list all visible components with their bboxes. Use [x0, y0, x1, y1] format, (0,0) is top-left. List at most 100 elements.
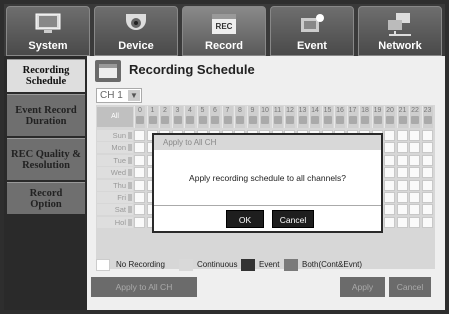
hour-checkbox[interactable] — [298, 116, 307, 124]
hour-header-cell[interactable]: 6 — [209, 106, 220, 128]
hour-checkbox[interactable] — [336, 116, 344, 124]
tab-system[interactable]: System — [6, 6, 90, 56]
hour-checkbox[interactable] — [136, 116, 144, 124]
hour-checkbox[interactable] — [236, 116, 244, 124]
schedule-cell[interactable] — [134, 179, 145, 191]
apply-button[interactable]: Apply — [340, 277, 385, 297]
hour-checkbox[interactable] — [273, 116, 282, 124]
hour-header-cell[interactable]: 12 — [284, 106, 295, 128]
schedule-cell[interactable] — [421, 192, 433, 203]
hour-header-cell[interactable]: 7 — [221, 106, 233, 128]
sidebar-item-event-record-duration[interactable]: Event Record Duration — [7, 94, 85, 136]
schedule-cell[interactable] — [134, 216, 145, 228]
schedule-cell[interactable] — [396, 204, 408, 216]
tab-network[interactable]: Network — [358, 6, 442, 56]
hour-checkbox[interactable] — [198, 116, 207, 124]
schedule-cell[interactable] — [409, 179, 420, 191]
schedule-cell[interactable] — [384, 130, 395, 141]
schedule-cell[interactable] — [421, 154, 433, 166]
schedule-cell[interactable] — [384, 204, 395, 216]
schedule-cell[interactable] — [134, 192, 145, 203]
hour-header-cell[interactable]: 9 — [246, 106, 258, 128]
schedule-cell[interactable] — [134, 142, 145, 154]
schedule-cell[interactable] — [396, 179, 408, 191]
hour-checkbox[interactable] — [173, 116, 182, 124]
schedule-cell[interactable] — [421, 130, 433, 141]
hour-header-cell[interactable]: 22 — [409, 106, 420, 128]
schedule-cell[interactable] — [384, 192, 395, 203]
hour-header-cell[interactable]: 0 — [134, 106, 145, 128]
hour-header-cell[interactable]: 16 — [334, 106, 345, 128]
day-row-label[interactable]: Tue — [97, 154, 133, 166]
hour-header-cell[interactable]: 15 — [321, 106, 333, 128]
hour-checkbox[interactable] — [323, 116, 332, 124]
schedule-cell[interactable] — [409, 142, 420, 154]
schedule-cell[interactable] — [421, 216, 433, 228]
hour-checkbox[interactable] — [223, 116, 232, 124]
day-row-label[interactable]: Hol — [97, 216, 133, 228]
channel-select[interactable]: CH 1 ▼ — [96, 88, 142, 103]
hour-header-cell[interactable]: 3 — [171, 106, 183, 128]
hour-checkbox[interactable] — [148, 116, 157, 124]
schedule-cell[interactable] — [396, 216, 408, 228]
schedule-cell[interactable] — [384, 142, 395, 154]
schedule-cell[interactable] — [134, 130, 145, 141]
hour-checkbox[interactable] — [398, 116, 407, 124]
schedule-cell[interactable] — [134, 154, 145, 166]
dialog-cancel-button[interactable]: Cancel — [272, 210, 314, 228]
tab-record[interactable]: REC Record — [182, 6, 266, 56]
hour-header-cell[interactable]: 11 — [271, 106, 283, 128]
hour-header-cell[interactable]: 23 — [421, 106, 433, 128]
schedule-cell[interactable] — [384, 154, 395, 166]
hour-checkbox[interactable] — [411, 116, 419, 124]
schedule-cell[interactable] — [409, 167, 420, 179]
apply-to-all-ch-button[interactable]: Apply to All CH — [91, 277, 197, 297]
schedule-cell[interactable] — [384, 179, 395, 191]
hour-checkbox[interactable] — [248, 116, 257, 124]
day-row-label[interactable]: Wed — [97, 167, 133, 179]
hour-header-cell[interactable]: 21 — [396, 106, 408, 128]
hour-checkbox[interactable] — [386, 116, 394, 124]
sidebar-item-record-option[interactable]: Record Option — [7, 182, 85, 214]
dialog-ok-button[interactable]: OK — [226, 210, 264, 228]
schedule-cell[interactable] — [396, 154, 408, 166]
hour-checkbox[interactable] — [348, 116, 357, 124]
schedule-cell[interactable] — [421, 167, 433, 179]
day-row-label[interactable]: Sat — [97, 204, 133, 216]
hour-header-cell[interactable]: 19 — [371, 106, 383, 128]
schedule-cell[interactable] — [384, 216, 395, 228]
hour-header-cell[interactable]: 5 — [196, 106, 208, 128]
hour-header-cell[interactable]: 2 — [159, 106, 170, 128]
schedule-cell[interactable] — [421, 142, 433, 154]
hour-header-cell[interactable]: 8 — [234, 106, 245, 128]
hour-checkbox[interactable] — [286, 116, 294, 124]
schedule-cell[interactable] — [396, 192, 408, 203]
tab-event[interactable]: Event — [270, 6, 354, 56]
hour-header-cell[interactable]: 17 — [346, 106, 358, 128]
hour-header-cell[interactable]: 1 — [146, 106, 158, 128]
tab-device[interactable]: Device — [94, 6, 178, 56]
day-row-label[interactable]: Thu — [97, 179, 133, 191]
hour-checkbox[interactable] — [161, 116, 169, 124]
hour-checkbox[interactable] — [211, 116, 219, 124]
schedule-cell[interactable] — [134, 167, 145, 179]
schedule-cell[interactable] — [409, 204, 420, 216]
hour-checkbox[interactable] — [361, 116, 369, 124]
hour-checkbox[interactable] — [261, 116, 269, 124]
hour-header-cell[interactable]: 4 — [184, 106, 195, 128]
select-all-cell[interactable]: All — [97, 107, 133, 127]
schedule-cell[interactable] — [134, 204, 145, 216]
day-row-label[interactable]: Mon — [97, 142, 133, 154]
hour-checkbox[interactable] — [373, 116, 382, 124]
hour-checkbox[interactable] — [311, 116, 319, 124]
schedule-cell[interactable] — [409, 130, 420, 141]
schedule-cell[interactable] — [409, 192, 420, 203]
hour-header-cell[interactable]: 14 — [309, 106, 320, 128]
hour-checkbox[interactable] — [186, 116, 194, 124]
schedule-cell[interactable] — [409, 154, 420, 166]
schedule-cell[interactable] — [396, 130, 408, 141]
hour-header-cell[interactable]: 18 — [359, 106, 370, 128]
schedule-cell[interactable] — [409, 216, 420, 228]
hour-header-cell[interactable]: 10 — [259, 106, 270, 128]
schedule-cell[interactable] — [384, 167, 395, 179]
